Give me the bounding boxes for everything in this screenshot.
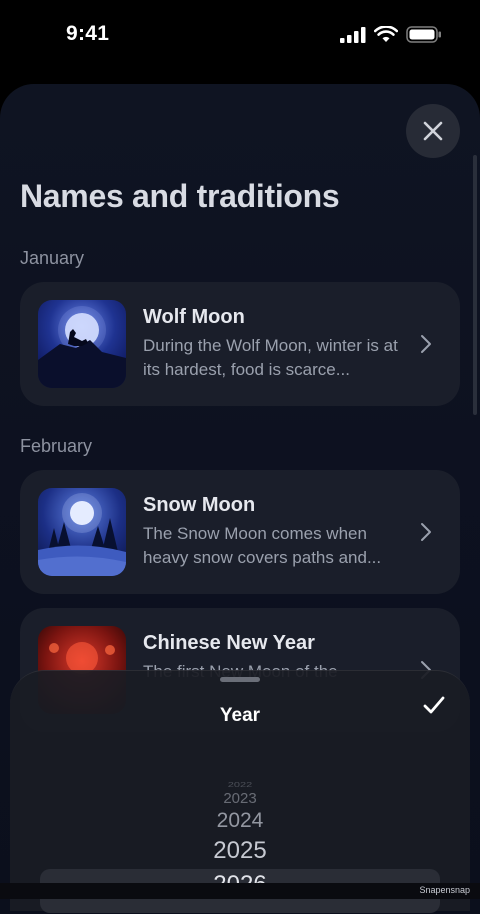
year-option[interactable]: 2024	[10, 809, 470, 833]
card-title: Wolf Moon	[143, 306, 245, 328]
picker-title: Year	[219, 705, 261, 726]
close-button[interactable]	[406, 104, 460, 158]
card-description: The Snow Moon comes when heavy snow cove…	[143, 524, 382, 567]
chevron-right-icon	[421, 335, 431, 353]
card-title: Chinese New Year	[143, 632, 315, 654]
drag-handle[interactable]	[220, 677, 260, 682]
cellular-signal-icon	[340, 26, 366, 43]
page-title: Names and traditions	[20, 178, 340, 214]
chevron-right-icon	[421, 523, 431, 541]
section-header-january: January	[20, 248, 85, 268]
status-time: 9:41	[66, 22, 110, 45]
card-title: Snow Moon	[143, 494, 256, 516]
checkmark-icon[interactable]	[422, 693, 446, 717]
section-header-february: February	[20, 436, 93, 456]
scroll-indicator[interactable]	[473, 155, 477, 415]
close-icon	[423, 121, 443, 141]
status-bar: 9:41	[0, 0, 480, 72]
year-option[interactable]: 2022	[10, 781, 470, 789]
snow-moon-image	[38, 488, 126, 576]
card-description: During the Wolf Moon, winter is at its h…	[143, 336, 398, 379]
tradition-card-snow-moon[interactable]: Snow Moon The Snow Moon comes when heavy…	[20, 470, 460, 594]
wifi-icon	[374, 26, 398, 42]
watermark: Snapensnap	[419, 885, 470, 895]
status-icons	[340, 26, 442, 43]
tradition-card-wolf-moon[interactable]: Wolf Moon During the Wolf Moon, winter i…	[20, 282, 460, 406]
year-option[interactable]: 2025	[10, 837, 470, 865]
battery-icon	[406, 26, 441, 43]
year-option[interactable]: 2023	[10, 790, 470, 807]
bottom-bar	[0, 883, 480, 899]
wolf-moon-image	[38, 300, 126, 388]
year-picker-sheet: Year 2022 2023 2024 2025 2026	[10, 670, 470, 913]
